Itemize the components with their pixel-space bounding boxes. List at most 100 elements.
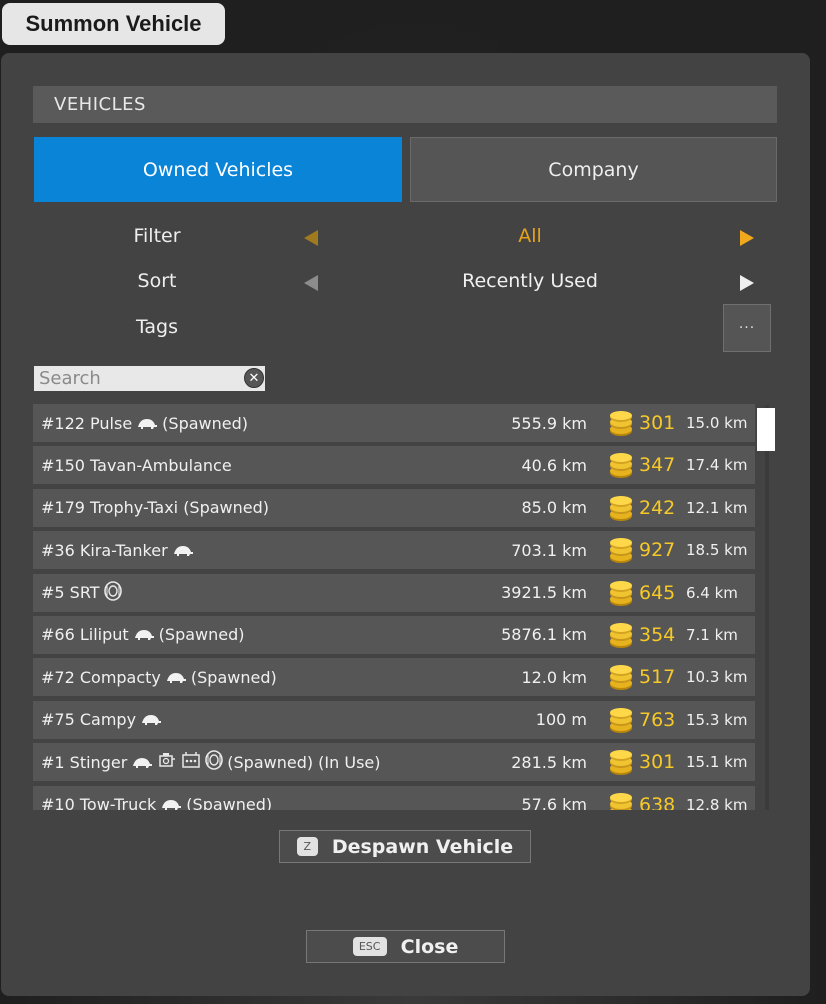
- vehicle-row[interactable]: #75 Campy 100 m 763 15.3 km: [33, 700, 755, 739]
- close-label: Close: [400, 935, 459, 958]
- vehicle-row[interactable]: #1 Stinger (Spawned) (In Use) 281.5 km 301 1…: [33, 743, 755, 782]
- vehicle-name: #179 Trophy-Taxi (Spawned): [41, 498, 270, 518]
- vehicle-price: 347: [639, 454, 676, 477]
- vehicle-price: 354: [639, 623, 676, 646]
- vehicle-distance: 3921.5 km: [501, 583, 587, 603]
- vehicle-status: (Spawned) (In Use): [227, 752, 381, 772]
- filter-next-arrow-icon[interactable]: [740, 230, 754, 246]
- vehicle-row[interactable]: #5 SRT 3921.5 km 645 6.4 km: [33, 573, 755, 612]
- vehicle-distance: 100 m: [535, 710, 587, 730]
- coin-icon: [607, 750, 635, 780]
- scrollbar-track[interactable]: [765, 405, 769, 810]
- window-title: Summon Vehicle: [2, 3, 225, 45]
- sort-label: Sort: [137, 270, 177, 292]
- esc-key-icon: ESC: [352, 937, 387, 956]
- vehicle-status: (Spawned): [162, 413, 248, 433]
- vehicle-price: 242: [639, 496, 676, 519]
- vehicle-name-group: #122 Pulse (Spawned): [41, 414, 248, 433]
- tire-icon: [103, 580, 122, 605]
- vehicle-name-group: #10 Tow-Truck (Spawned): [41, 795, 272, 810]
- vehicle-status: (Spawned): [158, 625, 245, 645]
- vehicle-distance: 5876.1 km: [501, 625, 587, 645]
- vehicle-range: 10.3 km: [686, 668, 748, 687]
- vehicle-range: 15.0 km: [686, 414, 748, 432]
- vehicle-name: #10 Tow-Truck: [41, 795, 157, 810]
- tags-label: Tags: [135, 316, 179, 338]
- vehicle-status: (Spawned): [190, 667, 277, 687]
- vehicle-price: 927: [639, 539, 676, 562]
- vehicle-range: 12.8 km: [686, 795, 748, 810]
- vehicle-name-group: #5 SRT: [41, 580, 122, 605]
- filter-label: Filter: [133, 225, 181, 247]
- vehicle-range: 15.3 km: [686, 710, 748, 729]
- vehicle-row[interactable]: #10 Tow-Truck (Spawned) 57.6 km 638 12.8 km: [33, 785, 755, 810]
- vehicle-name: #36 Kira-Tanker: [41, 540, 168, 560]
- tire-icon: [205, 750, 224, 774]
- scrollbar-thumb[interactable]: [757, 408, 775, 451]
- vehicle-row[interactable]: #36 Kira-Tanker 703.1 km 927 18.5 km: [33, 531, 755, 570]
- coin-icon: [607, 665, 635, 695]
- vehicle-range: 12.1 km: [686, 498, 748, 517]
- vehicle-range: 18.5 km: [686, 541, 748, 560]
- turtle-icon: [160, 795, 182, 810]
- filter-prev-arrow-icon[interactable]: [304, 230, 318, 246]
- coin-icon: [607, 707, 635, 738]
- vehicle-price: 301: [639, 751, 676, 774]
- vehicle-name-group: #36 Kira-Tanker: [41, 541, 194, 560]
- vehicle-row[interactable]: #122 Pulse (Spawned) 555.9 km 301 15.0 km: [33, 404, 755, 442]
- vehicle-range: 17.4 km: [686, 456, 748, 475]
- vehicle-range: 6.4 km: [686, 583, 738, 602]
- tags-more-button[interactable]: ···: [723, 304, 771, 352]
- section-title: VEHICLES: [33, 86, 777, 123]
- vehicle-distance: 57.6 km: [521, 795, 587, 810]
- tab-owned-vehicles[interactable]: Owned Vehicles: [34, 137, 402, 202]
- turtle-icon: [131, 753, 153, 772]
- coin-icon: [607, 622, 635, 653]
- vehicle-distance: 40.6 km: [521, 455, 587, 475]
- vehicle-name: #72 Compacty: [41, 667, 161, 687]
- vehicle-name-group: #150 Tavan-Ambulance: [41, 456, 232, 475]
- tab-company[interactable]: Company: [410, 137, 777, 202]
- vehicle-distance: 12.0 km: [521, 667, 587, 687]
- filter-value: All: [518, 225, 542, 247]
- despawn-vehicle-button[interactable]: Z Despawn Vehicle: [279, 830, 531, 863]
- vehicle-name: #1 Stinger: [41, 752, 128, 772]
- vehicle-name-group: #1 Stinger (Spawned) (In Use): [41, 750, 381, 774]
- vehicle-name-group: #66 Liliput (Spawned): [41, 625, 245, 644]
- vehicle-price: 517: [639, 666, 676, 689]
- vehicle-name: #66 Liliput: [41, 625, 129, 645]
- sort-prev-arrow-icon[interactable]: [304, 275, 318, 291]
- turtle-icon: [140, 710, 162, 729]
- vehicle-name-group: #72 Compacty (Spawned): [41, 668, 277, 687]
- turtle-icon: [133, 625, 155, 644]
- vehicle-list: #122 Pulse (Spawned) 555.9 km 301 15.0 km #15…: [33, 404, 755, 810]
- coin-icon: [607, 792, 635, 810]
- vehicle-row[interactable]: #72 Compacty (Spawned) 12.0 km 517 10.3 km: [33, 658, 755, 697]
- search-input[interactable]: [34, 366, 265, 391]
- vehicle-status: (Spawned): [186, 795, 273, 810]
- sort-next-arrow-icon[interactable]: [740, 275, 754, 291]
- vehicle-price: 638: [639, 793, 676, 810]
- vehicle-range: 15.1 km: [686, 753, 748, 772]
- coin-icon: [607, 411, 635, 441]
- transmission-icon: [181, 751, 201, 773]
- vehicle-distance: 85.0 km: [521, 498, 587, 518]
- coin-icon: [607, 538, 635, 568]
- turtle-icon: [172, 541, 194, 560]
- engine-icon: [157, 750, 177, 774]
- coin-icon: [607, 580, 635, 611]
- vehicle-row[interactable]: #150 Tavan-Ambulance 40.6 km 347 17.4 km: [33, 446, 755, 485]
- sort-value: Recently Used: [462, 270, 598, 292]
- coin-icon: [607, 495, 635, 526]
- vehicle-distance: 703.1 km: [511, 540, 587, 560]
- vehicle-name: #75 Campy: [41, 710, 137, 730]
- clear-search-icon[interactable]: ✕: [244, 368, 264, 388]
- close-button[interactable]: ESC Close: [306, 930, 505, 963]
- vehicle-distance: 281.5 km: [511, 752, 587, 772]
- vehicle-range: 7.1 km: [686, 625, 738, 644]
- vehicle-price: 301: [639, 412, 676, 434]
- vehicle-price: 645: [639, 581, 676, 604]
- z-key-icon: Z: [296, 837, 318, 856]
- vehicle-row[interactable]: #179 Trophy-Taxi (Spawned) 85.0 km 242 12.1…: [33, 488, 755, 527]
- vehicle-row[interactable]: #66 Liliput (Spawned) 5876.1 km 354 7.1 km: [33, 615, 755, 654]
